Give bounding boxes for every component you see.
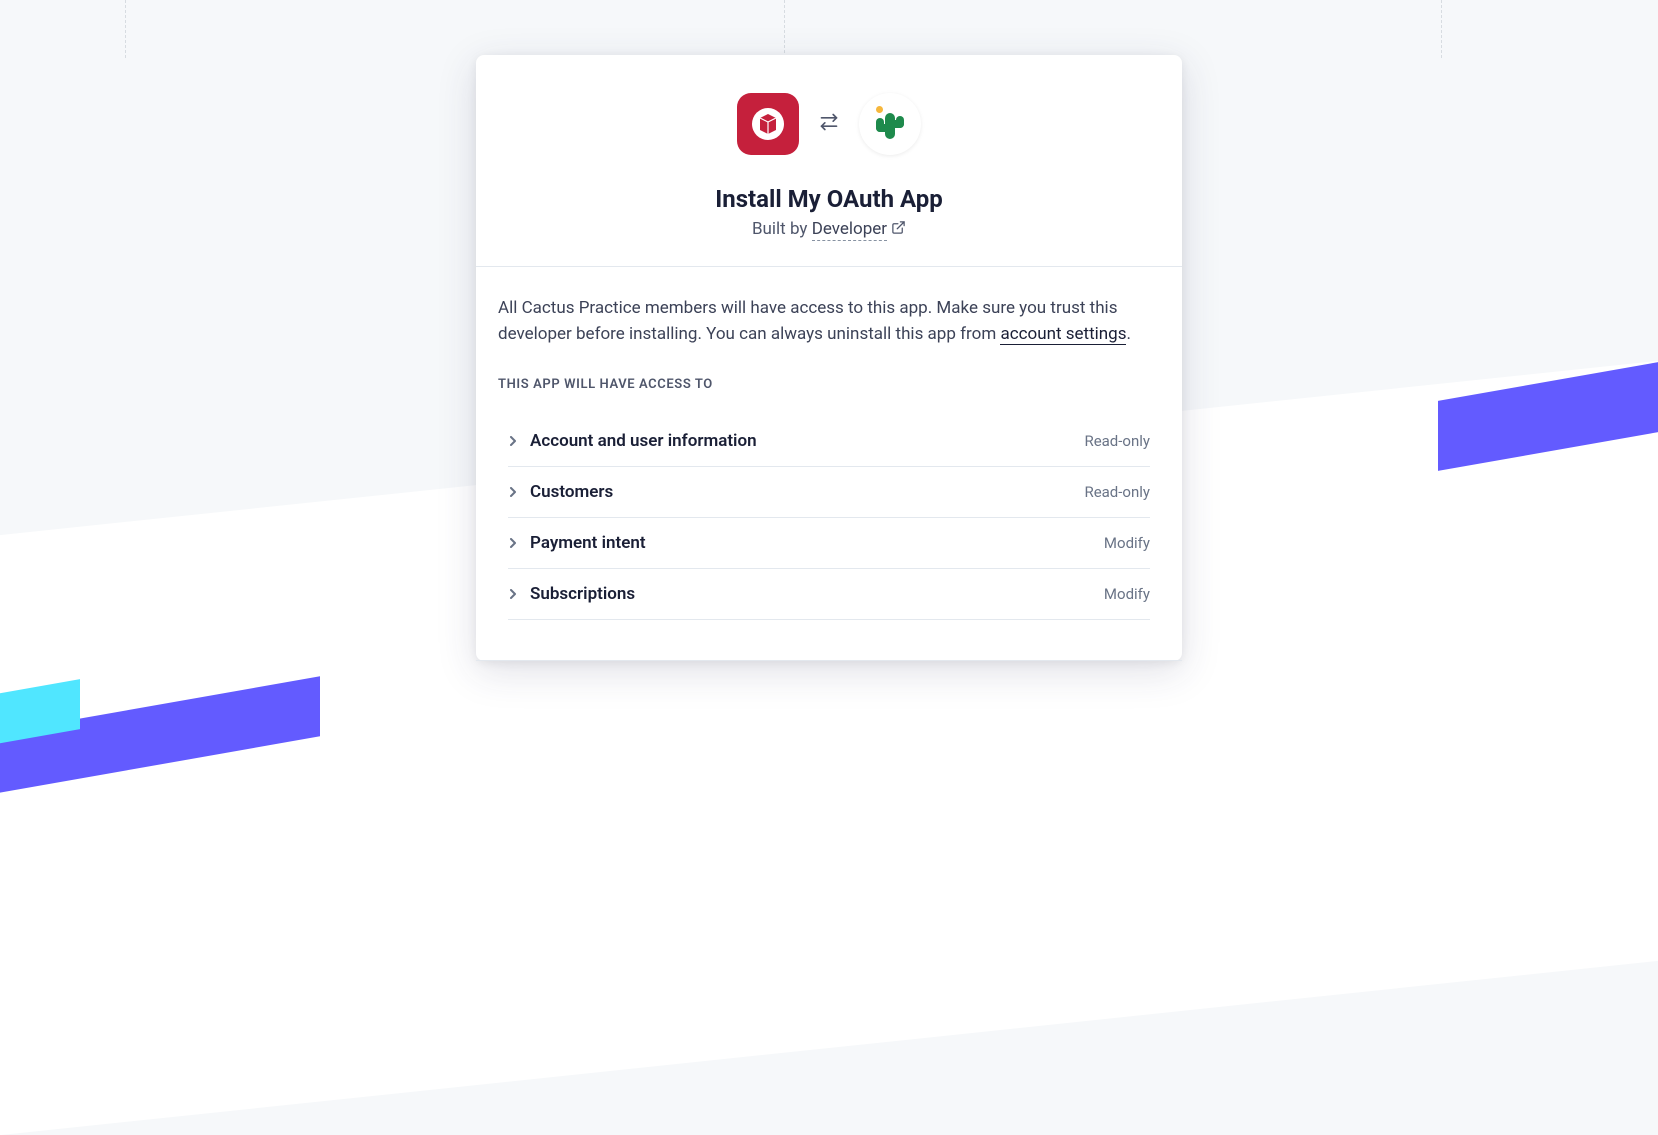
built-by-prefix: Built by — [752, 219, 812, 239]
permission-level: Read-only — [1084, 483, 1150, 501]
chevron-right-icon — [508, 436, 518, 446]
page-title: Install My OAuth App — [496, 185, 1162, 213]
guide-line — [784, 0, 785, 58]
organization-logo — [859, 93, 921, 155]
chevron-right-icon — [508, 538, 518, 548]
permission-name: Subscriptions — [530, 584, 1104, 604]
description-suffix: . — [1126, 324, 1130, 344]
card-header: Install My OAuth App Built by Developer — [476, 55, 1182, 267]
swap-arrows-icon — [819, 112, 839, 136]
permission-row[interactable]: Customers Read-only — [508, 467, 1150, 518]
chevron-right-icon — [508, 589, 518, 599]
oauth-install-card: Install My OAuth App Built by Developer … — [476, 55, 1182, 661]
permission-row[interactable]: Account and user information Read-only — [508, 416, 1150, 467]
permission-row[interactable]: Subscriptions Modify — [508, 569, 1150, 620]
card-body: All Cactus Practice members will have ac… — [476, 267, 1182, 661]
account-settings-link[interactable]: account settings — [1000, 324, 1126, 345]
external-link-icon — [891, 220, 906, 240]
permission-name: Customers — [530, 482, 1084, 502]
cactus-icon — [870, 104, 910, 144]
permission-row[interactable]: Payment intent Modify — [508, 518, 1150, 569]
permission-name: Account and user information — [530, 431, 1084, 451]
permission-level: Read-only — [1084, 432, 1150, 450]
permission-name: Payment intent — [530, 533, 1104, 553]
permissions-list: Account and user information Read-only C… — [498, 416, 1160, 620]
permission-level: Modify — [1104, 534, 1150, 552]
permissions-section-label: THIS APP WILL HAVE ACCESS TO — [498, 377, 1160, 392]
install-description: All Cactus Practice members will have ac… — [498, 295, 1160, 348]
built-by-line: Built by Developer — [496, 219, 1162, 240]
app-logo — [737, 93, 799, 155]
guide-line — [125, 0, 126, 58]
guide-line — [1441, 0, 1442, 58]
card-footer-divider — [476, 660, 1182, 661]
chevron-right-icon — [508, 487, 518, 497]
permission-level: Modify — [1104, 585, 1150, 603]
logo-row — [496, 93, 1162, 155]
box-icon — [748, 104, 788, 144]
developer-link[interactable]: Developer — [812, 219, 887, 241]
